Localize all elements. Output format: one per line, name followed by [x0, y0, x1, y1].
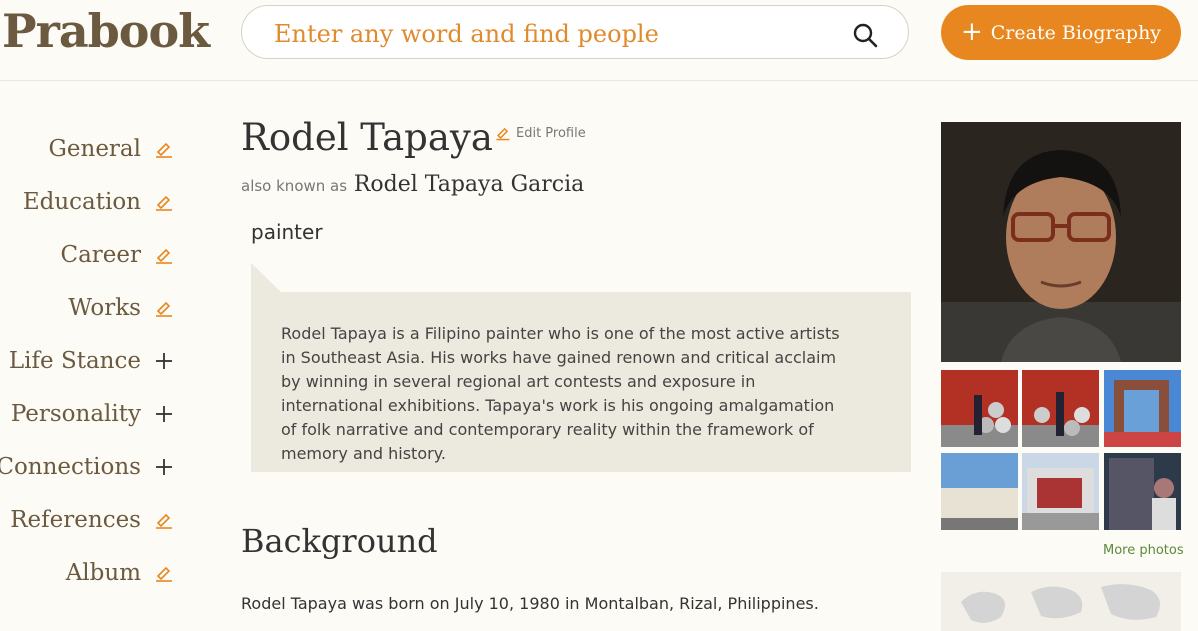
create-biography-button[interactable]: + Create Biography	[941, 5, 1181, 60]
plus-icon	[156, 352, 172, 369]
sidebar-item-album[interactable]: Album	[0, 546, 175, 599]
search-bar[interactable]	[241, 5, 909, 59]
edit-icon	[156, 566, 172, 582]
sidebar-item-label: Connections	[0, 453, 141, 480]
plus-icon: +	[960, 16, 983, 47]
album-thumbnail[interactable]	[1022, 370, 1099, 447]
header: Prabook + Create Biography	[0, 0, 1198, 81]
edit-icon	[156, 142, 172, 158]
sidebar-item-label: Career	[60, 241, 141, 268]
sidebar-item-label: Works	[68, 294, 141, 321]
sidebar-item-connections[interactable]: Connections	[0, 440, 175, 493]
plus-icon	[156, 458, 172, 475]
sidebar-item-label: Personality	[10, 400, 141, 427]
sidebar-item-works[interactable]: Works	[0, 281, 175, 334]
plus-icon	[156, 405, 172, 422]
profile-photo[interactable]	[941, 122, 1181, 362]
aka-prefix: also known as	[241, 177, 348, 195]
album-thumbnail[interactable]	[1104, 370, 1181, 447]
search-input[interactable]	[272, 16, 836, 52]
profile-name: Rodel Tapaya	[241, 116, 493, 159]
album-thumbnail[interactable]	[941, 370, 1018, 447]
sidebar-item-label: Life Stance	[8, 347, 141, 374]
edit-icon	[156, 195, 172, 211]
sidebar-item-label: Education	[22, 188, 141, 215]
more-photos-link[interactable]: More photos	[1103, 543, 1184, 558]
edit-icon	[156, 248, 172, 264]
sidebar-item-label: General	[48, 135, 141, 162]
sidebar-item-life-stance[interactable]: Life Stance	[0, 334, 175, 387]
world-map	[941, 572, 1181, 631]
bio-summary: Rodel Tapaya is a Filipino painter who i…	[251, 292, 911, 472]
also-known-as: also known as Rodel Tapaya Garcia	[241, 172, 584, 197]
edit-icon	[156, 301, 172, 317]
edit-icon	[496, 127, 510, 141]
site-logo[interactable]: Prabook	[2, 4, 210, 58]
sidebar-item-label: References	[10, 506, 141, 533]
sidebar-item-personality[interactable]: Personality	[0, 387, 175, 440]
sidebar-item-label: Album	[65, 559, 141, 586]
bio-box-pointer	[251, 263, 281, 292]
edit-profile-link[interactable]: Edit Profile	[494, 124, 586, 142]
sidebar-item-general[interactable]: General	[0, 122, 175, 175]
album-thumbnail[interactable]	[1022, 453, 1099, 530]
album-thumbnail[interactable]	[1104, 453, 1181, 530]
section-title-background: Background	[241, 522, 438, 560]
sidebar-item-references[interactable]: References	[0, 493, 175, 546]
occupation: painter	[251, 220, 323, 244]
background-text: Rodel Tapaya was born on July 10, 1980 i…	[241, 594, 819, 613]
search-icon[interactable]	[852, 22, 878, 48]
aka-name: Rodel Tapaya Garcia	[353, 172, 585, 197]
edit-icon	[156, 513, 172, 529]
sidebar-item-career[interactable]: Career	[0, 228, 175, 281]
sidebar-item-education[interactable]: Education	[0, 175, 175, 228]
album-thumbnail[interactable]	[941, 453, 1018, 530]
create-biography-label: Create Biography	[990, 21, 1162, 44]
edit-profile-label: Edit Profile	[516, 125, 586, 141]
